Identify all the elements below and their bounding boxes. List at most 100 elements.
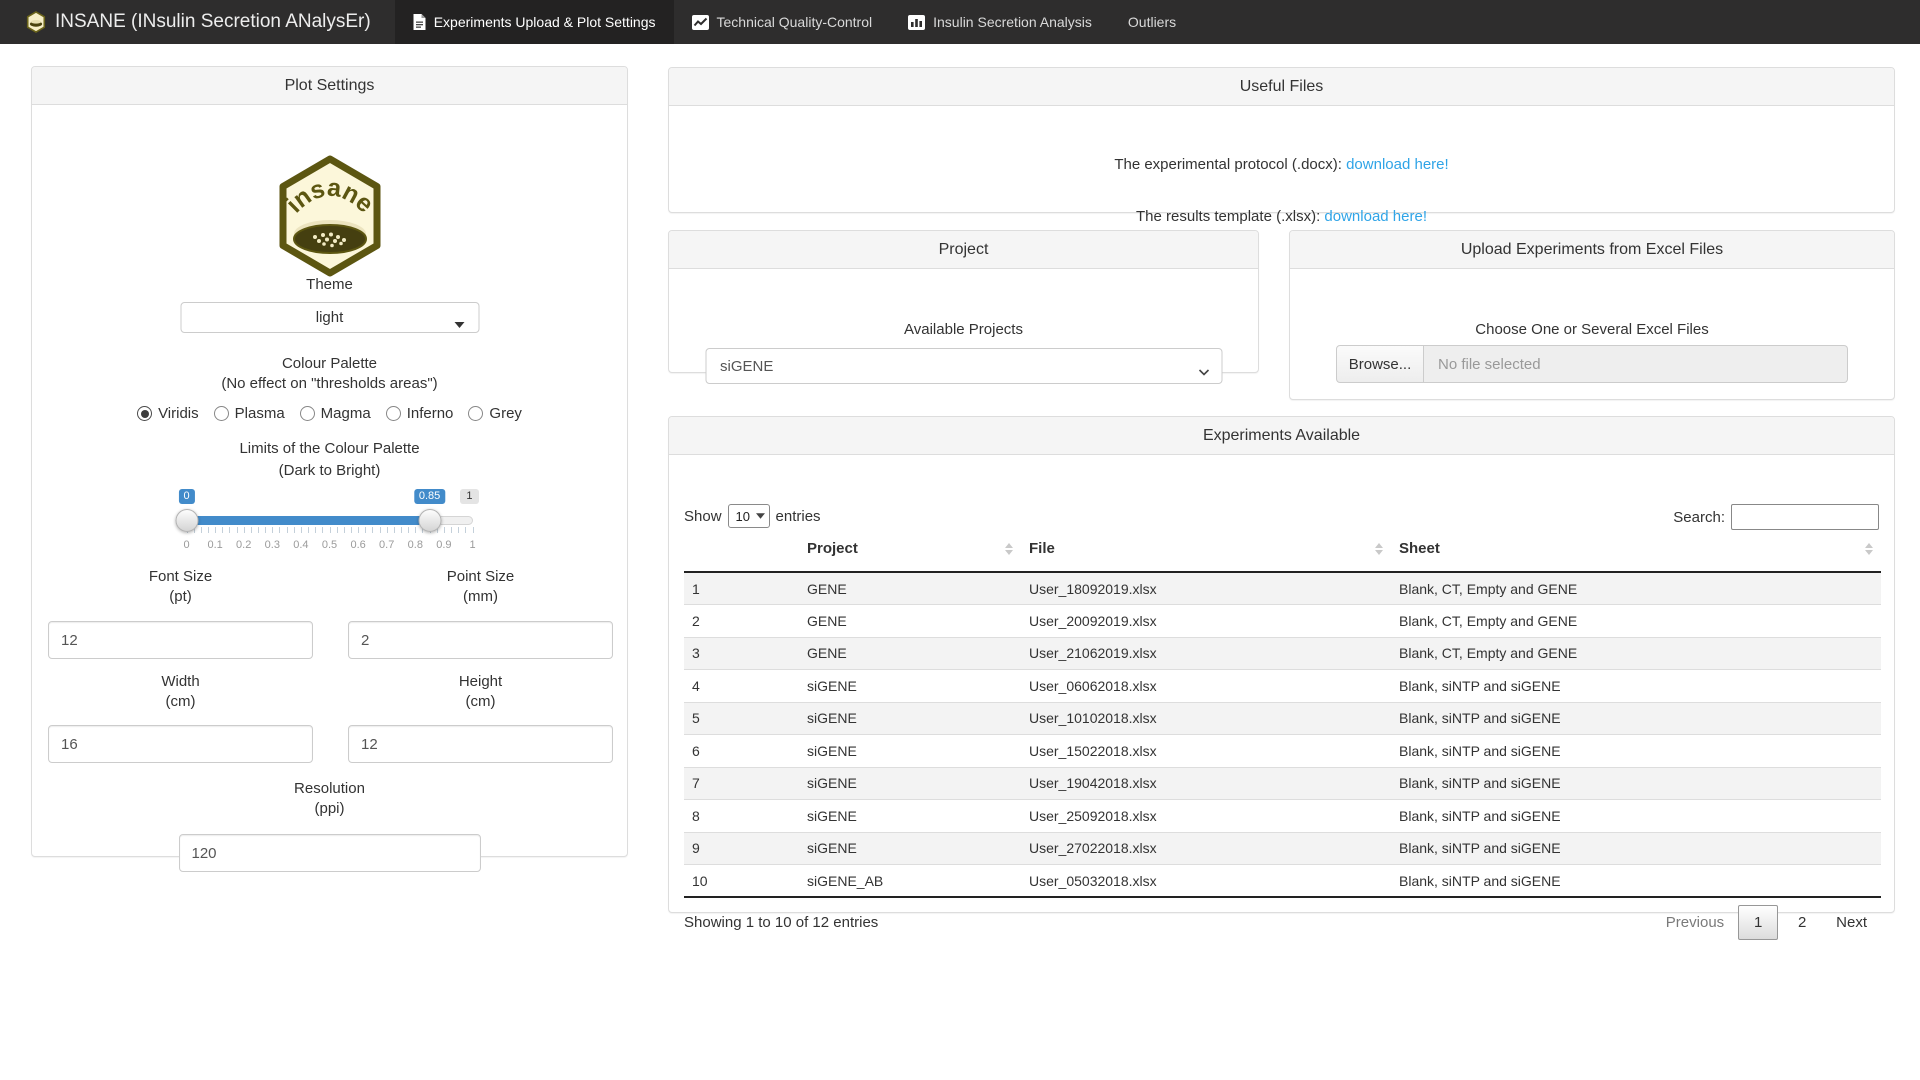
radio-magma[interactable]: Magma xyxy=(300,405,371,422)
table-cell: GENE xyxy=(799,605,1021,638)
tab-label: Experiments Upload & Plot Settings xyxy=(434,14,656,30)
slider-max-label: 1 xyxy=(460,489,478,504)
table-row[interactable]: 8siGENEUser_25092018.xlsxBlank, siNTP an… xyxy=(684,800,1881,833)
tab-label: Insulin Secretion Analysis xyxy=(933,14,1092,30)
column-header-project[interactable]: Project xyxy=(799,526,1021,572)
point-size-input[interactable] xyxy=(348,621,613,659)
slider-handle-to[interactable] xyxy=(418,509,441,532)
table-cell: Blank, CT, Empty and GENE xyxy=(1391,572,1881,605)
slider-tick xyxy=(365,527,366,533)
template-download-link[interactable]: download here! xyxy=(1324,208,1427,225)
point-size-unit: (mm) xyxy=(348,588,613,606)
table-row[interactable]: 9siGENEUser_27022018.xlsxBlank, siNTP an… xyxy=(684,832,1881,865)
tab-technical-quality-control[interactable]: Technical Quality-Control xyxy=(674,0,891,44)
radio-label: Viridis xyxy=(158,405,199,422)
slider-tick xyxy=(358,527,359,533)
search-label: Search: xyxy=(1673,509,1725,526)
page-length-select[interactable]: 10 xyxy=(728,504,770,528)
table-cell: User_15022018.xlsx xyxy=(1021,735,1391,768)
table-row[interactable]: 2GENEUser_20092019.xlsxBlank, CT, Empty … xyxy=(684,605,1881,638)
slider-from-badge: 0 xyxy=(178,489,194,504)
limits-slider: 0 0.85 1 00.10.20.30.40.50.60.70.80.91 xyxy=(187,489,473,561)
table-row[interactable]: 4siGENEUser_06062018.xlsxBlank, siNTP an… xyxy=(684,670,1881,703)
tab-experiments-upload-plot-settings[interactable]: Experiments Upload & Plot Settings xyxy=(395,0,674,44)
slider-tick xyxy=(201,527,202,533)
table-cell: siGENE xyxy=(799,800,1021,833)
table-row[interactable]: 1GENEUser_18092019.xlsxBlank, CT, Empty … xyxy=(684,572,1881,605)
table-row[interactable]: 6siGENEUser_15022018.xlsxBlank, siNTP an… xyxy=(684,735,1881,768)
protocol-line: The experimental protocol (.docx): downl… xyxy=(669,156,1894,173)
font-size-input[interactable] xyxy=(48,621,313,659)
slider-tick-label: 0.1 xyxy=(207,539,222,551)
table-cell: siGENE xyxy=(799,702,1021,735)
radio-unchecked-icon xyxy=(214,406,229,421)
pagination-page-2[interactable]: 2 xyxy=(1782,905,1822,940)
table-row[interactable]: 10siGENE_ABUser_05032018.xlsxBlank, siNT… xyxy=(684,865,1881,898)
table-cell: User_05032018.xlsx xyxy=(1021,865,1391,898)
slider-tick-label: 0.8 xyxy=(408,539,423,551)
resolution-input[interactable] xyxy=(179,834,481,872)
row-index-cell: 1 xyxy=(684,572,799,605)
table-cell: Blank, CT, Empty and GENE xyxy=(1391,605,1881,638)
table-cell: siGENE xyxy=(799,735,1021,768)
row-index-cell: 10 xyxy=(684,865,799,898)
slider-handle-from[interactable] xyxy=(175,509,198,532)
project-select[interactable]: siGENE xyxy=(705,348,1222,384)
table-cell: Blank, siNTP and siGENE xyxy=(1391,832,1881,865)
width-input[interactable] xyxy=(48,725,313,763)
file-icon xyxy=(413,14,426,30)
row-index-cell: 5 xyxy=(684,702,799,735)
table-row[interactable]: 5siGENEUser_10102018.xlsxBlank, siNTP an… xyxy=(684,702,1881,735)
radio-inferno[interactable]: Inferno xyxy=(386,405,454,422)
table-row[interactable]: 3GENEUser_21062019.xlsxBlank, CT, Empty … xyxy=(684,637,1881,670)
slider-tick xyxy=(301,527,302,533)
radio-viridis[interactable]: Viridis xyxy=(137,405,199,422)
table-cell: User_27022018.xlsx xyxy=(1021,832,1391,865)
slider-tick xyxy=(315,527,316,533)
table-cell: User_21062019.xlsx xyxy=(1021,637,1391,670)
radio-unchecked-icon xyxy=(300,406,315,421)
experiments-panel: Experiments Available Show 10 entries Se… xyxy=(668,416,1895,913)
palette-note: (No effect on "thresholds areas") xyxy=(32,375,627,393)
font-size-label: Font Size xyxy=(48,568,313,586)
pagination-next[interactable]: Next xyxy=(1824,906,1879,939)
height-input[interactable] xyxy=(348,725,613,763)
chevron-down-icon xyxy=(1198,363,1209,380)
theme-select[interactable]: light xyxy=(180,302,479,333)
table-cell: User_18092019.xlsx xyxy=(1021,572,1391,605)
protocol-download-link[interactable]: download here! xyxy=(1346,156,1449,173)
slider-tick xyxy=(251,527,252,533)
slider-tick-label: 1 xyxy=(469,539,475,551)
table-cell: siGENE xyxy=(799,832,1021,865)
radio-grey[interactable]: Grey xyxy=(468,405,522,422)
slider-tick xyxy=(237,527,238,533)
slider-tick xyxy=(401,527,402,533)
table-cell: User_10102018.xlsx xyxy=(1021,702,1391,735)
column-header-label: Sheet xyxy=(1399,540,1440,557)
pagination-previous[interactable]: Previous xyxy=(1654,906,1736,939)
insane-logo-icon xyxy=(26,11,46,33)
radio-plasma[interactable]: Plasma xyxy=(214,405,285,422)
theme-selected-value: light xyxy=(316,309,344,326)
tab-insulin-secretion-analysis[interactable]: Insulin Secretion Analysis xyxy=(890,0,1110,44)
table-row[interactable]: 7siGENEUser_19042018.xlsxBlank, siNTP an… xyxy=(684,767,1881,800)
table-cell: siGENE_AB xyxy=(799,865,1021,898)
table-cell: GENE xyxy=(799,637,1021,670)
row-index-cell: 9 xyxy=(684,832,799,865)
caret-down-icon xyxy=(454,315,464,332)
table-footer: Showing 1 to 10 of 12 entries Previous12… xyxy=(684,905,1879,943)
browse-button[interactable]: Browse... xyxy=(1336,345,1424,383)
table-cell: User_20092019.xlsx xyxy=(1021,605,1391,638)
width-label: Width xyxy=(48,673,313,691)
app-brand[interactable]: INSANE (INsulin Secretion ANalysEr) xyxy=(0,0,395,44)
column-header-file[interactable]: File xyxy=(1021,526,1391,572)
slider-selected-bar xyxy=(187,516,430,525)
height-label: Height xyxy=(348,673,613,691)
slider-tick xyxy=(279,527,280,533)
table-cell: Blank, siNTP and siGENE xyxy=(1391,702,1881,735)
pagination-page-1[interactable]: 1 xyxy=(1738,905,1778,940)
column-header-sheet[interactable]: Sheet xyxy=(1391,526,1881,572)
table-cell: Blank, siNTP and siGENE xyxy=(1391,735,1881,768)
plot-settings-panel: Plot Settings insane Theme light C xyxy=(31,66,628,857)
tab-outliers[interactable]: Outliers xyxy=(1110,0,1194,44)
